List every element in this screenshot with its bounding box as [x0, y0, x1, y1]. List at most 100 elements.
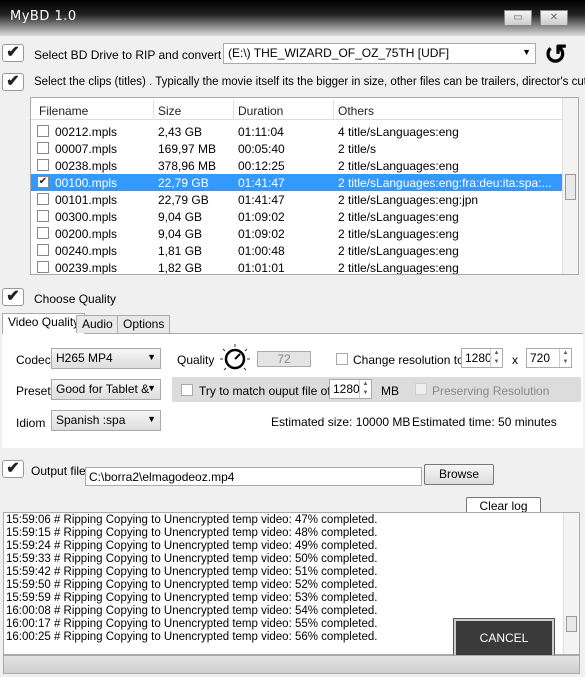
- row-checkbox[interactable]: [37, 210, 49, 222]
- cell-others: 2 title/sLanguages:eng: [338, 244, 459, 258]
- quality-checkbox[interactable]: ✔: [2, 288, 24, 306]
- cell-filename: 00007.mpls: [55, 142, 118, 156]
- cell-size: 2,43 GB: [158, 125, 203, 139]
- cell-filename: 00100.mpls: [55, 176, 118, 190]
- preset-label: Preset: [16, 384, 51, 398]
- log-line: 15:59:42 # Ripping Copying to Unencrypte…: [6, 566, 378, 578]
- cell-others: 2 title/sLanguages:eng: [338, 227, 459, 241]
- cell-duration: 00:05:40: [238, 142, 285, 156]
- row-checkbox[interactable]: [37, 227, 49, 239]
- minimize-button[interactable]: ▭: [504, 10, 532, 26]
- close-button[interactable]: ✕: [540, 10, 568, 26]
- output-file-input[interactable]: C:\borra2\elmagodeoz.mp4: [85, 467, 422, 486]
- tab-video-quality[interactable]: Video Quality: [2, 313, 86, 334]
- cell-filename: 00212.mpls: [55, 125, 118, 139]
- header-filename[interactable]: Filename: [39, 104, 88, 118]
- preserve-resolution-label: Preserving Resolution: [432, 384, 550, 398]
- codec-label: Codec: [16, 353, 51, 367]
- table-row[interactable]: 00300.mpls 9,04 GB 01:09:02 2 title/sLan…: [31, 208, 563, 225]
- cell-size: 378,96 MB: [158, 159, 217, 173]
- change-resolution-checkbox[interactable]: [336, 353, 348, 365]
- estimated-size: Estimated size: 10000 MB: [271, 415, 411, 429]
- cell-size: 169,97 MB: [158, 142, 217, 156]
- match-size-label: Try to match ouput file of: [199, 384, 331, 398]
- match-size-unit: MB: [381, 384, 399, 398]
- quality-label: Choose Quality: [34, 292, 117, 306]
- cell-size: 1,81 GB: [158, 244, 203, 258]
- idiom-select[interactable]: Spanish :spa ▼: [51, 410, 161, 431]
- log-line: 15:59:33 # Ripping Copying to Unencrypte…: [6, 553, 378, 565]
- table-row[interactable]: 00200.mpls 9,04 GB 01:09:02 2 title/sLan…: [31, 225, 563, 242]
- res-width-spinner[interactable]: 1280 ▲ ▼: [461, 348, 503, 368]
- codec-select[interactable]: H265 MP4 ▼: [51, 348, 161, 369]
- res-width-value: 1280: [465, 351, 492, 365]
- header-others[interactable]: Others: [338, 104, 374, 118]
- row-checkbox[interactable]: [37, 125, 49, 137]
- preserve-resolution-checkbox[interactable]: [415, 383, 427, 395]
- table-scrollbar[interactable]: [562, 98, 578, 274]
- scroll-thumb[interactable]: [566, 616, 577, 632]
- match-size-checkbox[interactable]: [181, 384, 193, 396]
- table-row[interactable]: 00007.mpls 169,97 MB 00:05:40 2 title/s: [31, 140, 563, 157]
- cell-duration: 01:01:01: [238, 261, 285, 275]
- drive-label: Select BD Drive to RIP and convert to: [34, 48, 235, 62]
- tab-audio[interactable]: Audio: [76, 315, 119, 333]
- table-row[interactable]: 00238.mpls 378,96 MB 00:12:25 2 title/sL…: [31, 157, 563, 174]
- table-header: Filename Size Duration Others: [31, 100, 563, 120]
- close-icon: ✕: [549, 12, 559, 23]
- header-duration[interactable]: Duration: [238, 104, 283, 118]
- quality-knob[interactable]: [219, 343, 251, 375]
- cell-size: 22,79 GB: [158, 193, 209, 207]
- match-size-value: 1280: [333, 382, 360, 396]
- window-title: MyBD 1.0: [10, 9, 77, 24]
- row-checkbox[interactable]: [37, 159, 49, 171]
- cancel-button[interactable]: CANCEL: [453, 618, 555, 658]
- clips-checkbox[interactable]: ✔: [2, 73, 24, 91]
- cell-duration: 01:41:47: [238, 193, 285, 207]
- scroll-thumb[interactable]: [565, 174, 576, 200]
- log-line: 16:00:17 # Ripping Copying to Unencrypte…: [6, 618, 378, 630]
- cell-size: 22,79 GB: [158, 176, 209, 190]
- cell-others: 2 title/sLanguages:eng: [338, 159, 459, 173]
- preset-select[interactable]: Good for Tablet & ▼: [51, 379, 161, 400]
- cell-duration: 01:09:02: [238, 210, 285, 224]
- cell-duration: 01:00:48: [238, 244, 285, 258]
- res-height-spinner[interactable]: 720 ▲ ▼: [526, 348, 572, 368]
- drive-value: (E:\) THE_WIZARD_OF_OZ_75TH [UDF]: [228, 46, 450, 60]
- cell-filename: 00239.mpls: [55, 261, 118, 275]
- res-height-value: 720: [530, 351, 551, 365]
- refresh-icon[interactable]: ↺: [544, 38, 567, 71]
- title-bar: MyBD 1.0 ▭ ✕: [0, 0, 585, 36]
- tab-options[interactable]: Options: [117, 315, 171, 333]
- browse-button[interactable]: Browse: [424, 464, 494, 485]
- chevron-down-icon: ▼: [522, 47, 531, 57]
- drive-select[interactable]: (E:\) THE_WIZARD_OF_OZ_75TH [UDF] ▼: [223, 43, 536, 64]
- row-checkbox[interactable]: [37, 261, 49, 273]
- spinner-arrows-icon[interactable]: ▲ ▼: [559, 349, 571, 367]
- row-checkbox[interactable]: [37, 142, 49, 154]
- cell-size: 9,04 GB: [158, 210, 203, 224]
- cell-duration: 01:41:47: [238, 176, 285, 190]
- output-label: Output file: [31, 464, 86, 478]
- spinner-arrows-icon[interactable]: ▲ ▼: [359, 380, 371, 398]
- table-row[interactable]: 00212.mpls 2,43 GB 01:11:04 4 title/sLan…: [31, 123, 563, 140]
- table-row[interactable]: 00239.mpls 1,82 GB 01:01:01 2 title/sLan…: [31, 259, 563, 275]
- table-row[interactable]: 00101.mpls 22,79 GB 01:41:47 2 title/sLa…: [31, 191, 563, 208]
- log-line: 15:59:06 # Ripping Copying to Unencrypte…: [6, 514, 378, 526]
- header-size[interactable]: Size: [158, 104, 181, 118]
- cell-others: 2 title/sLanguages:eng:fra:deu:ita:spa:.…: [338, 176, 552, 190]
- table-row[interactable]: ✔ 00100.mpls 22,79 GB 01:41:47 2 title/s…: [31, 174, 563, 191]
- drive-checkbox[interactable]: ✔: [2, 44, 24, 62]
- log-line: 15:59:24 # Ripping Copying to Unencrypte…: [6, 540, 378, 552]
- match-size-spinner[interactable]: 1280 ▲ ▼: [329, 379, 372, 399]
- change-resolution-label: Change resolution to: [353, 353, 464, 367]
- row-checkbox[interactable]: ✔: [37, 176, 49, 188]
- output-checkbox[interactable]: ✔: [2, 460, 24, 478]
- spinner-arrows-icon[interactable]: ▲ ▼: [490, 349, 502, 367]
- progress-bar: [3, 655, 580, 674]
- row-checkbox[interactable]: [37, 244, 49, 256]
- row-checkbox[interactable]: [37, 193, 49, 205]
- table-row[interactable]: 00240.mpls 1,81 GB 01:00:48 2 title/sLan…: [31, 242, 563, 259]
- log-scrollbar[interactable]: [563, 513, 579, 654]
- clips-label: Select the clips (titles) . Typically th…: [34, 76, 585, 88]
